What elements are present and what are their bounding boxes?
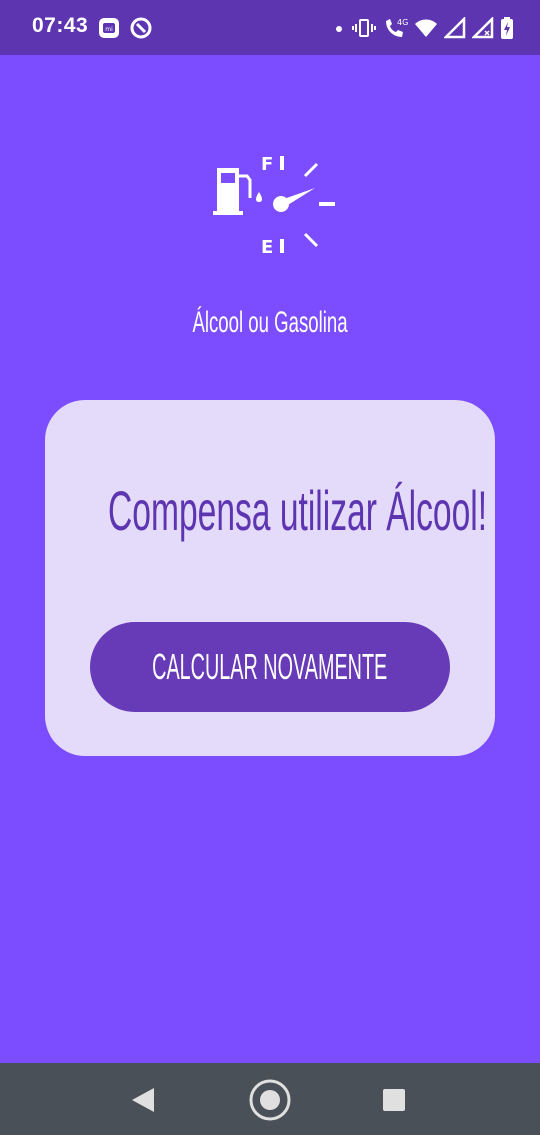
back-triangle-icon[interactable]	[130, 1086, 156, 1118]
gauge-full-label: F	[261, 154, 273, 175]
dot-icon	[332, 16, 346, 40]
calculate-again-button[interactable]: CALCULAR NOVAMENTE	[90, 622, 450, 712]
calculate-again-label: CALCULAR NOVAMENTE	[152, 646, 388, 687]
app-header: F E Álcool ou Gasolina	[0, 140, 540, 340]
vibrate-icon	[352, 16, 376, 40]
home-circle-icon[interactable]	[248, 1078, 292, 1126]
fuel-gauge-icon: F E	[213, 154, 335, 258]
network-label: 4G	[397, 18, 408, 27]
recents-square-icon[interactable]	[382, 1088, 406, 1116]
navigation-bar	[0, 1063, 540, 1135]
svg-text:mi: mi	[105, 26, 113, 33]
status-time: 07:43	[32, 14, 89, 37]
signal-no-data-icon	[472, 17, 494, 39]
vpn-icon	[129, 16, 153, 40]
status-right-icons: 4G	[332, 14, 514, 42]
app-title: Álcool ou Gasolina	[192, 306, 348, 339]
volte-call-icon: 4G	[382, 15, 408, 41]
mi-icon: mi	[97, 16, 121, 40]
battery-charging-icon	[500, 16, 514, 40]
status-left-icons: mi	[97, 14, 153, 42]
status-bar: 07:43 mi 4G	[0, 0, 540, 55]
result-message: Compensa utilizar Álcool!	[108, 479, 488, 542]
gauge-empty-label: E	[261, 237, 273, 258]
signal-icon	[444, 17, 466, 39]
wifi-icon	[414, 16, 438, 40]
